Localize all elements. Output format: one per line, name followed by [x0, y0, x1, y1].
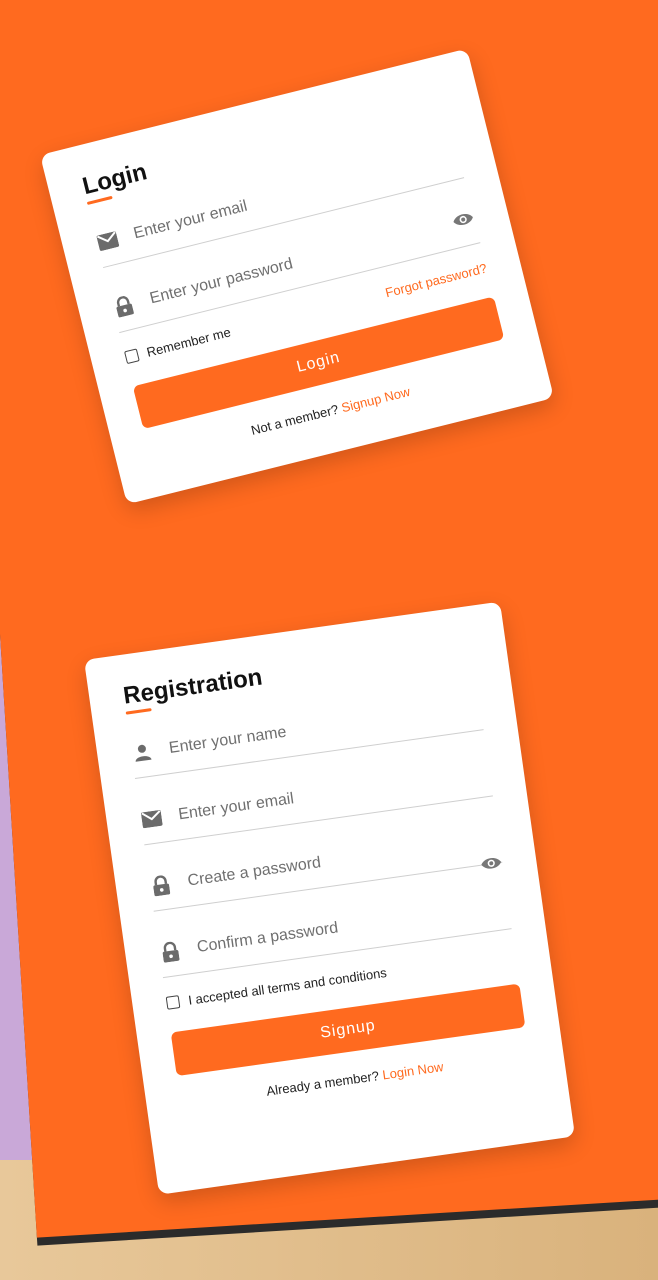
lock-icon: [149, 873, 174, 898]
checkbox-square[interactable]: [165, 995, 181, 1010]
forgot-password-link[interactable]: Forgot password?: [384, 261, 489, 301]
eye-icon[interactable]: [479, 854, 504, 879]
registration-title: Registration: [121, 663, 264, 710]
reg-password-input[interactable]: [184, 828, 501, 892]
eye-icon[interactable]: [451, 209, 478, 236]
reg-name-input[interactable]: [165, 695, 482, 760]
terms-label: I accepted all terms and conditions: [187, 965, 388, 1008]
lock-icon: [111, 293, 138, 320]
login-now-link[interactable]: Login Now: [381, 1059, 444, 1082]
envelope-icon: [95, 228, 122, 255]
signup-now-link[interactable]: Signup Now: [340, 384, 412, 416]
checkbox-square[interactable]: [124, 348, 140, 365]
registration-footer-text: Already a member?: [265, 1068, 380, 1099]
registration-card: Registration I accepted all terms and co…: [84, 601, 576, 1195]
lock-icon: [158, 939, 183, 964]
reg-email-input[interactable]: [175, 761, 491, 826]
remember-label: Remember me: [145, 324, 233, 360]
remember-checkbox[interactable]: Remember me: [124, 324, 232, 365]
user-icon: [130, 740, 155, 765]
login-title: Login: [79, 158, 150, 201]
login-footer-text: Not a member?: [249, 401, 341, 438]
envelope-icon: [139, 807, 164, 832]
reg-confirm-input[interactable]: [193, 894, 510, 959]
